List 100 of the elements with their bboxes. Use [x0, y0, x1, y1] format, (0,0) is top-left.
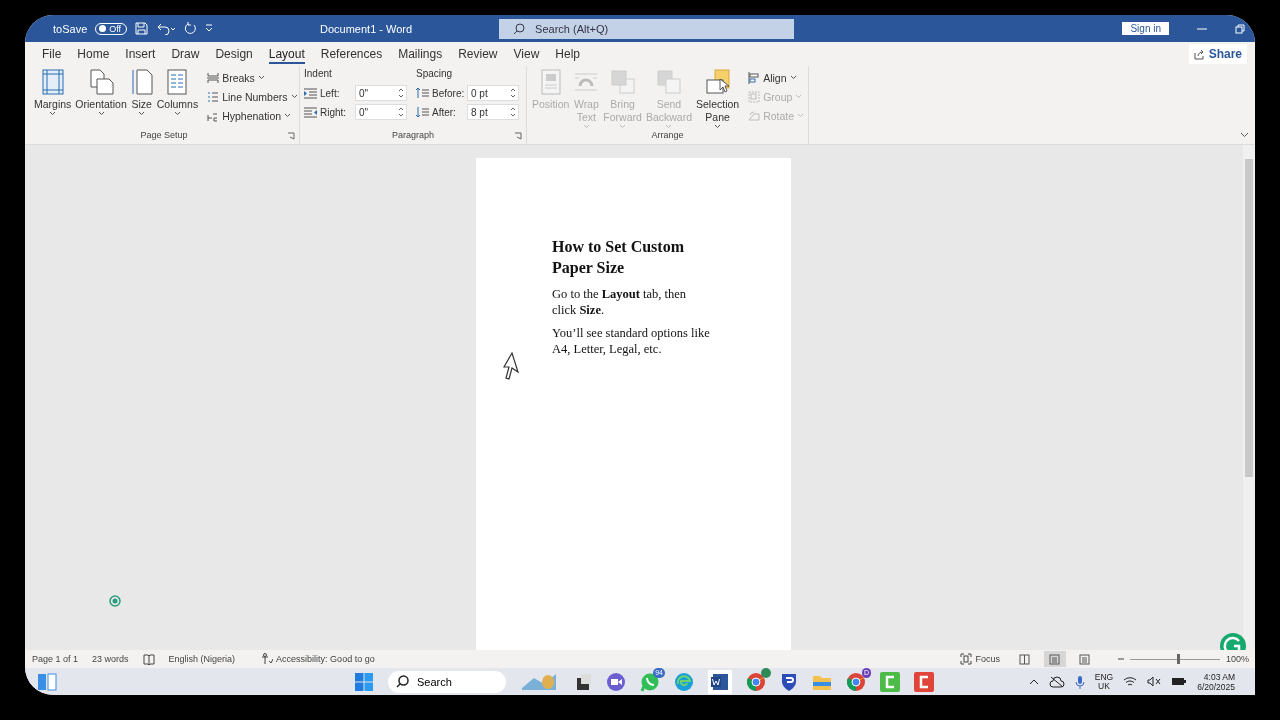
share-button[interactable]: Share [1188, 44, 1247, 64]
space-before-icon [416, 87, 429, 99]
caret-icon [582, 124, 590, 129]
ribbon-menu-button[interactable]: Line Numbers [205, 88, 300, 105]
search-field[interactable]: Search (Alt+Q) [499, 18, 795, 39]
restore-icon[interactable] [1235, 23, 1245, 34]
send-backward-icon [655, 69, 682, 95]
customize-toolbar-icon[interactable] [205, 24, 214, 33]
indent-right-icon [304, 106, 317, 118]
shield-icon[interactable] [780, 671, 798, 692]
caret-icon [290, 94, 298, 99]
ribbon-menu-button[interactable]: Breaks [205, 69, 300, 86]
ribbon-tab[interactable]: Help [547, 42, 588, 66]
selection-pane-icon [704, 69, 731, 95]
spinner-icon[interactable] [510, 87, 516, 99]
ribbon-tab[interactable]: Home [69, 42, 118, 66]
ribbon-button[interactable]: Columns [155, 69, 200, 130]
ribbon-tab[interactable]: Design [207, 42, 261, 66]
app-icon[interactable] [574, 672, 592, 691]
page-count[interactable]: Page 1 of 1 [32, 654, 79, 664]
dialog-launcher-icon[interactable] [287, 132, 295, 140]
sign-in-button[interactable]: Sign in [1122, 22, 1169, 35]
microphone-icon[interactable] [1074, 674, 1085, 689]
group-label: Paragraph [392, 130, 434, 142]
cloud-icon[interactable] [1048, 675, 1065, 688]
ribbon-button[interactable]: Size [129, 69, 154, 130]
field-label: Right: [320, 106, 348, 118]
chevron-up-icon[interactable] [1028, 678, 1039, 685]
ribbon-tab[interactable]: Insert [117, 42, 164, 66]
caret-icon [619, 124, 627, 129]
spin-field[interactable]: 0" [355, 85, 407, 101]
ribbon-menu-button[interactable]: Align [746, 69, 807, 86]
pointer-cursor-icon [503, 352, 521, 380]
caret-icon [789, 75, 797, 80]
indent-left-icon [304, 87, 317, 99]
clock-time[interactable]: 4:03 AM [1203, 671, 1235, 682]
focus-button[interactable]: Focus [975, 654, 1000, 664]
autosave-label: toSave [53, 22, 88, 35]
space-after-icon [416, 106, 429, 118]
task-view-icon[interactable] [37, 672, 57, 691]
battery-icon[interactable] [1171, 676, 1188, 687]
ribbon-tab[interactable]: Mailings [390, 42, 451, 66]
zoom-slider-thumb[interactable] [1176, 653, 1180, 664]
word-icon[interactable] [708, 669, 732, 694]
field-label: After: [432, 106, 457, 118]
breaks-icon [207, 71, 220, 84]
ribbon-button[interactable]: Orientation [74, 69, 128, 130]
ribbon-tab[interactable]: References [312, 42, 391, 66]
ribbon-tab[interactable]: Layout [260, 42, 313, 66]
keyboard-layout[interactable]: UK [1098, 681, 1110, 691]
field-label: Left: [320, 87, 341, 99]
wifi-icon[interactable] [1123, 676, 1138, 687]
share-icon [1193, 48, 1205, 60]
spinner-icon[interactable] [398, 87, 404, 99]
line-numbers-icon [207, 90, 220, 103]
accessibility-icon [261, 653, 274, 665]
spinner-icon[interactable] [510, 106, 516, 118]
video-call-icon[interactable] [606, 671, 626, 692]
book-icon[interactable] [142, 653, 155, 665]
ribbon-button[interactable]: Margins [33, 69, 73, 130]
size-icon [130, 69, 153, 95]
caret-icon [138, 111, 146, 116]
ribbon-tab[interactable]: Draw [163, 42, 208, 66]
start-icon[interactable] [354, 671, 374, 692]
spinner-icon[interactable] [398, 106, 404, 118]
ribbon-menu-button[interactable]: Hyphenation [205, 107, 300, 124]
muted-speaker-icon[interactable] [1147, 676, 1162, 687]
ribbon-tab[interactable]: File [34, 42, 70, 66]
read-mode-icon [1019, 653, 1031, 665]
browser-icon[interactable] [846, 671, 866, 692]
redo-icon[interactable] [184, 22, 198, 35]
collapse-ribbon-icon[interactable] [1240, 132, 1249, 138]
language-status[interactable]: English (Nigeria) [168, 654, 236, 664]
spin-field[interactable]: 0 pt [467, 85, 519, 101]
caret-icon [665, 124, 673, 129]
ribbon-tab[interactable]: Review [450, 42, 506, 66]
profile-icon [761, 667, 771, 678]
dialog-launcher-icon[interactable] [514, 132, 522, 140]
undo-icon[interactable] [156, 22, 177, 35]
save-icon[interactable] [135, 22, 149, 35]
input-language[interactable]: ENG [1094, 672, 1114, 682]
scrollbar[interactable] [1243, 145, 1255, 650]
spin-field[interactable]: 8 pt [467, 104, 519, 120]
taskbar-search[interactable]: Search [388, 670, 506, 693]
search-icon [396, 675, 409, 688]
group-heading: Indent [304, 68, 333, 81]
focus-icon [960, 653, 973, 665]
ribbon-button[interactable]: Selection Pane [695, 69, 741, 130]
spin-field[interactable]: 0" [355, 104, 407, 120]
columns-icon [166, 69, 189, 95]
zoom-level[interactable]: 100% [1225, 654, 1249, 664]
accessibility-status[interactable]: Accessibility: Good to go [276, 654, 375, 664]
ribbon-tab[interactable]: View [505, 42, 548, 66]
bracket-app-icon[interactable] [914, 671, 934, 692]
document-paragraph: You’ll see standard options like A4, Letter, Legal, etc. [552, 325, 711, 357]
caret-icon [797, 113, 805, 118]
browser-icon[interactable] [746, 671, 766, 692]
clock-date[interactable]: 6/20/2025 [1197, 681, 1235, 692]
caret-icon [795, 94, 803, 99]
word-count[interactable]: 23 words [92, 654, 129, 664]
